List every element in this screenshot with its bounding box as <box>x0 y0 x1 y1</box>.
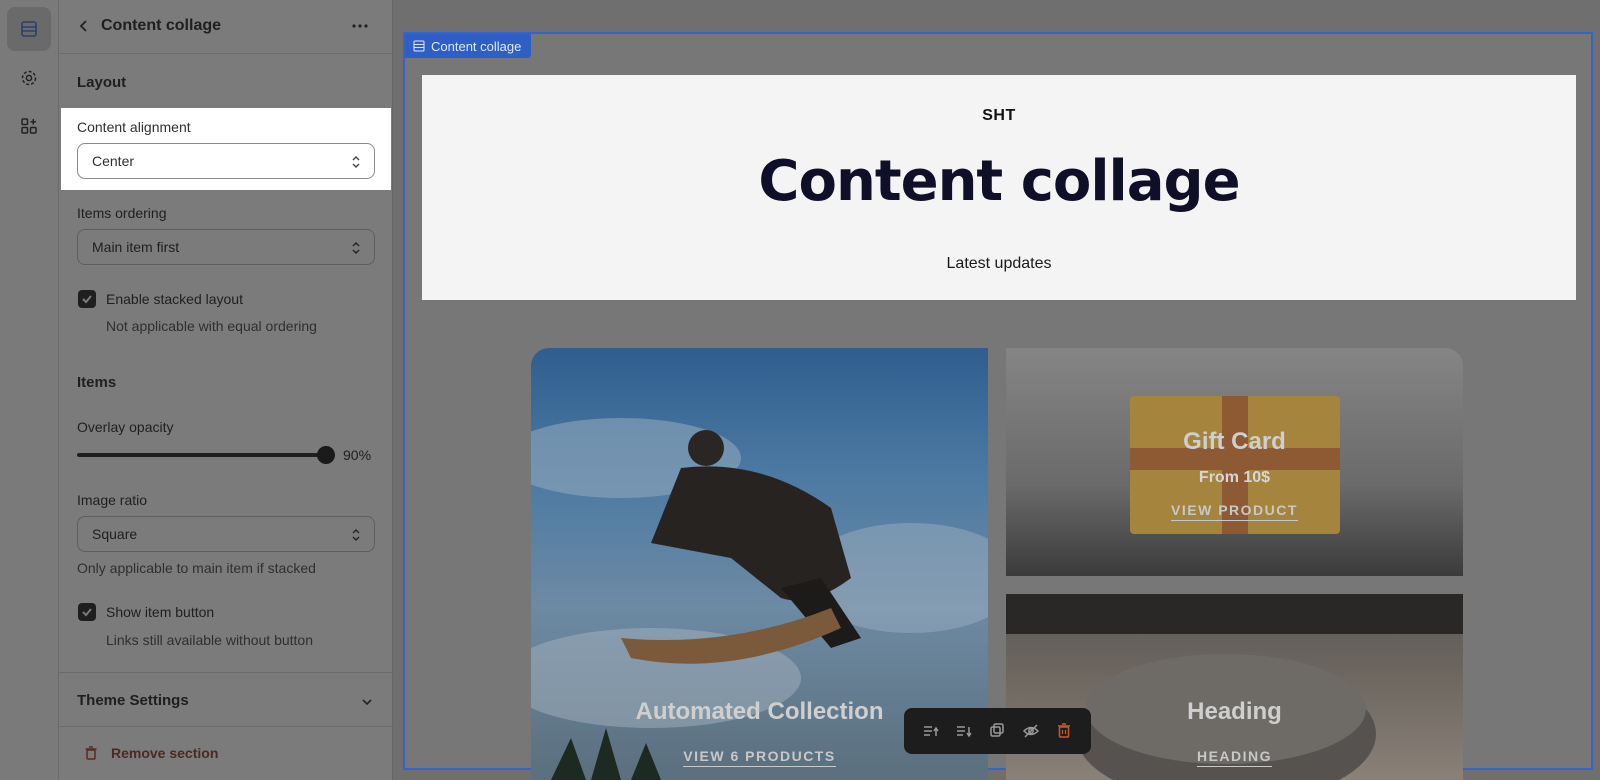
remove-section-label: Remove section <box>111 745 219 761</box>
divider <box>59 726 393 727</box>
apps-icon <box>21 118 37 134</box>
panel-title: Content collage <box>101 17 222 34</box>
panel-header: Content collage <box>59 0 392 54</box>
content-alignment-value: Center <box>92 153 135 169</box>
show-item-button-label[interactable]: Show item button <box>106 604 214 620</box>
divider <box>59 672 393 673</box>
theme-settings-toggle[interactable]: Theme Settings <box>77 692 189 709</box>
layout-heading: Layout <box>77 74 127 91</box>
select-chevron-icon <box>352 156 360 168</box>
sidebar-rail <box>0 0 59 780</box>
duplicate-icon[interactable] <box>988 722 1006 740</box>
main-item-link-label: VIEW 6 PRODUCTS <box>683 748 836 767</box>
overlay-opacity-label: Overlay opacity <box>77 419 174 435</box>
overlay-opacity-slider-thumb[interactable] <box>317 446 335 464</box>
more-options-icon[interactable] <box>350 18 370 34</box>
hide-icon[interactable] <box>1022 722 1040 740</box>
apps-button[interactable] <box>7 104 51 148</box>
gift-card-subtitle: From 10$ <box>1198 469 1271 486</box>
items-ordering-value: Main item first <box>92 239 180 255</box>
image-ratio-select[interactable]: Square <box>77 516 375 552</box>
gift-card-link[interactable]: VIEW PRODUCT <box>1006 502 1463 521</box>
overlay-opacity-slider-track[interactable] <box>77 453 327 457</box>
sections-icon <box>413 40 425 52</box>
stacked-layout-checkbox[interactable] <box>78 290 96 308</box>
select-chevron-icon <box>352 242 360 254</box>
section-tag-label: Content collage <box>431 38 522 54</box>
chevron-down-icon[interactable] <box>360 695 374 709</box>
show-item-button-checkbox[interactable] <box>78 603 96 621</box>
sections-icon <box>21 21 37 37</box>
sections-button[interactable] <box>7 7 51 51</box>
back-icon[interactable] <box>76 18 92 34</box>
gift-card-link-label: VIEW PRODUCT <box>1171 502 1298 521</box>
items-ordering-select[interactable]: Main item first <box>77 229 375 265</box>
remove-section-button[interactable]: Remove section <box>83 745 218 761</box>
delete-icon[interactable] <box>1055 722 1073 740</box>
section-toolbar <box>904 708 1091 754</box>
stacked-layout-label[interactable]: Enable stacked layout <box>106 291 243 307</box>
image-ratio-help: Only applicable to main item if stacked <box>77 560 316 576</box>
move-down-icon[interactable] <box>955 722 973 740</box>
items-heading: Items <box>77 374 117 391</box>
move-up-icon[interactable] <box>922 722 940 740</box>
stacked-layout-help: Not applicable with equal ordering <box>106 318 317 334</box>
theme-settings-button[interactable] <box>7 56 51 100</box>
speaker-item-link-label: HEADING <box>1196 748 1273 767</box>
gift-card-item[interactable]: Gift Card From 10$ VIEW PRODUCT <box>1006 348 1463 576</box>
checkmark-icon <box>82 608 92 617</box>
checkmark-icon <box>82 295 92 304</box>
image-ratio-value: Square <box>92 526 138 542</box>
content-alignment-label: Content alignment <box>77 119 191 135</box>
collage-header[interactable]: SHT Content collage Latest updates <box>422 75 1576 300</box>
content-alignment-select[interactable]: Center <box>77 143 375 179</box>
items-ordering-label: Items ordering <box>77 205 167 221</box>
settings-panel: Content collage Layout Content alignment… <box>59 0 393 780</box>
hero-description: Latest updates <box>946 255 1052 272</box>
show-item-button-help: Links still available without button <box>106 632 314 648</box>
gear-icon <box>21 70 37 86</box>
gift-card-title: Gift Card <box>1183 428 1286 455</box>
overlay-opacity-value: 90% <box>343 447 372 463</box>
trash-icon <box>85 746 97 760</box>
select-chevron-icon <box>352 529 360 541</box>
image-ratio-label: Image ratio <box>77 492 148 508</box>
hero-subheading: SHT <box>982 107 1016 124</box>
content-alignment-field: Content alignment Center <box>61 108 391 190</box>
section-tag[interactable]: Content collage <box>405 34 532 58</box>
hero-title: Content collage <box>758 149 1240 214</box>
